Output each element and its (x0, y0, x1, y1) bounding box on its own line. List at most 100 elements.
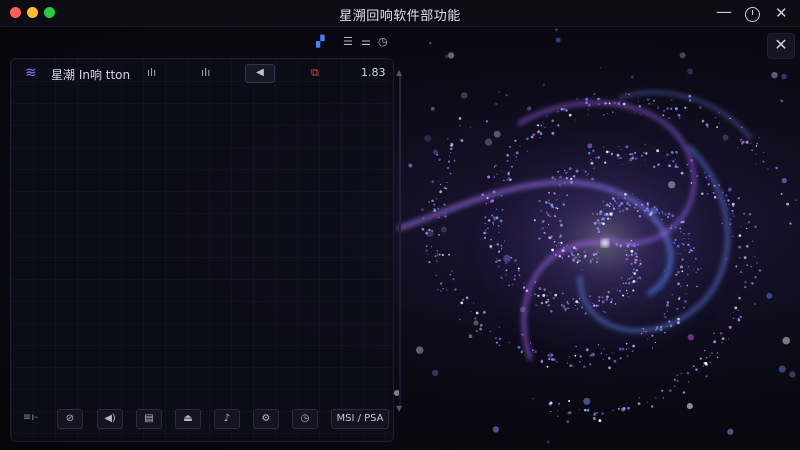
galaxy-particle (636, 210, 639, 212)
galaxy-particle (514, 160, 516, 162)
clock-icon[interactable] (745, 7, 760, 22)
galaxy-particle (736, 146, 739, 149)
scroll-down-arrow[interactable]: ▼ (396, 404, 402, 413)
galaxy-particle (548, 202, 551, 205)
galaxy-particle (721, 337, 725, 341)
galaxy-particle (656, 149, 660, 153)
mute-icon[interactable]: ⊘ (57, 409, 83, 429)
bokeh-light (527, 106, 532, 111)
galaxy-particle (616, 153, 620, 157)
gear-icon[interactable]: ⚙ (253, 409, 279, 429)
galaxy-particle (671, 214, 675, 218)
galaxy-particle (762, 160, 765, 163)
vertical-scrollbar[interactable] (399, 76, 401, 406)
galaxy-particle (450, 151, 452, 153)
galaxy-particle (559, 187, 561, 189)
galaxy-particle (685, 293, 687, 295)
galaxy-particle (627, 255, 629, 257)
bokeh-light (591, 352, 595, 357)
galaxy-particle (628, 282, 631, 285)
galaxy-particle (594, 231, 596, 232)
bokeh-light (432, 369, 439, 377)
galaxy-particle (683, 175, 686, 177)
save-icon[interactable]: ▤ (136, 409, 162, 429)
galaxy-particle (492, 221, 494, 224)
galaxy-particle (595, 227, 597, 229)
galaxy-particle (625, 145, 629, 149)
galaxy-particle (746, 227, 748, 230)
galaxy-particle (737, 196, 741, 200)
galaxy-particle (555, 198, 558, 201)
galaxy-particle (534, 304, 537, 306)
galaxy-particle (581, 306, 583, 309)
galaxy-particle (549, 401, 553, 405)
galaxy-particle (637, 277, 639, 280)
galaxy-particle (545, 211, 549, 214)
grid-icon[interactable]: ▞ (316, 35, 324, 48)
galaxy-particle (565, 109, 568, 112)
overlay-close-button[interactable]: ✕ (767, 33, 795, 59)
galaxy-particle (543, 288, 546, 291)
galaxy-particle (689, 233, 691, 235)
galaxy-particle (728, 203, 730, 205)
galaxy-particle (493, 218, 496, 221)
galaxy-particle (699, 357, 702, 360)
galaxy-particle (700, 267, 702, 269)
galaxy-particle (617, 407, 620, 410)
music-icon[interactable]: ♪ (214, 409, 240, 429)
galaxy-particle (629, 153, 631, 156)
history-icon[interactable]: ◷ (292, 409, 318, 429)
galaxy-particle (592, 302, 594, 304)
close-icon[interactable]: ✕ (775, 4, 788, 22)
galaxy-particle (541, 220, 545, 224)
settings-icon[interactable]: ⚌ (361, 35, 371, 48)
galaxy-particle (663, 313, 666, 315)
galaxy-particle (569, 356, 571, 358)
galaxy-particle (501, 209, 504, 211)
galaxy-particle (501, 277, 503, 279)
galaxy-particle (578, 302, 580, 304)
clock-icon[interactable]: ◷ (378, 35, 388, 48)
volume-icon[interactable]: ◀) (97, 409, 123, 429)
galaxy-particle (689, 249, 693, 252)
bokeh-light (687, 334, 694, 341)
galaxy-particle (576, 98, 578, 100)
mode-button[interactable]: MSI / PSA (331, 409, 389, 429)
galaxy-particle (630, 275, 634, 279)
galaxy-particle (578, 256, 581, 258)
galaxy-particle (706, 193, 709, 195)
galaxy-particle (530, 135, 534, 139)
galaxy-particle (676, 244, 680, 248)
galaxy-particle (526, 137, 529, 141)
galaxy-particle (593, 167, 596, 170)
galaxy-particle (545, 115, 548, 118)
galaxy-particle (627, 246, 629, 248)
galaxy-particle (598, 299, 601, 302)
galaxy-particle (680, 171, 684, 175)
sliders-icon[interactable]: ☰ (343, 35, 353, 48)
galaxy-particle (598, 251, 600, 254)
galaxy-particle (560, 241, 563, 245)
galaxy-particle (539, 137, 541, 139)
galaxy-particle (640, 154, 644, 157)
galaxy-particle (578, 297, 581, 300)
galaxy-particle (495, 102, 498, 106)
galaxy-particle (575, 305, 576, 306)
galaxy-particle (702, 365, 705, 367)
galaxy-particle (495, 257, 498, 260)
mixer-icon[interactable]: ≡ı- (23, 412, 38, 423)
galaxy-particle (436, 249, 439, 252)
galaxy-particle (545, 201, 548, 204)
galaxy-particle (515, 151, 519, 155)
bokeh-light (778, 365, 786, 373)
galaxy-particle (679, 265, 683, 269)
galaxy-particle (635, 255, 638, 258)
galaxy-particle (554, 215, 557, 218)
galaxy-particle (498, 344, 501, 347)
export-icon[interactable]: ⏏ (175, 409, 201, 429)
galaxy-particle (496, 173, 498, 176)
galaxy-particle (543, 231, 546, 234)
minimize-icon[interactable]: — (716, 2, 732, 21)
galaxy-particle (561, 304, 563, 306)
galaxy-particle (754, 303, 756, 305)
